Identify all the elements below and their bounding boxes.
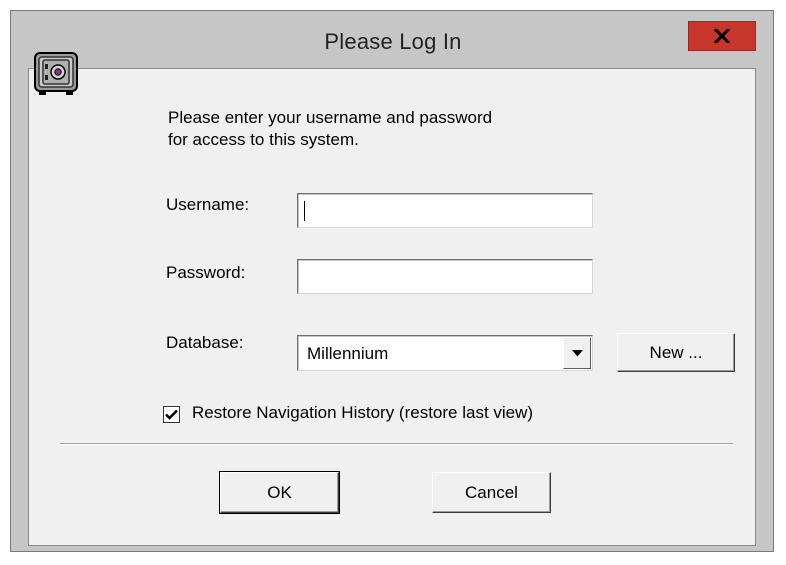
dialog-title: Please Log In [324,29,462,54]
password-input[interactable] [298,260,592,293]
username-input[interactable] [298,194,592,227]
dialog-client-area [28,68,756,546]
safe-icon [34,52,78,95]
database-label: Database: [166,333,244,352]
username-field[interactable] [297,193,593,228]
close-icon [714,29,730,43]
cancel-button[interactable]: Cancel [432,472,551,513]
username-label: Username: [166,195,250,214]
prompt-line-1: Please enter your username and password [168,108,493,127]
prompt-line-2: for access to this system. [168,130,359,149]
password-field[interactable] [297,259,593,294]
ok-button[interactable]: OK [219,471,340,514]
checkmark-icon [165,409,178,420]
database-select[interactable]: Millennium [297,335,593,371]
chevron-down-icon [571,349,583,356]
restore-history-label[interactable]: Restore Navigation History (restore last… [192,403,533,423]
restore-history-checkbox[interactable] [163,406,180,423]
new-database-button[interactable]: New ... [617,333,735,372]
text-caret [304,201,305,221]
footer-divider [60,443,733,445]
database-selected-value: Millennium [307,344,389,363]
password-label: Password: [166,263,246,282]
close-button[interactable] [688,21,756,51]
database-dropdown-button[interactable] [563,337,591,369]
